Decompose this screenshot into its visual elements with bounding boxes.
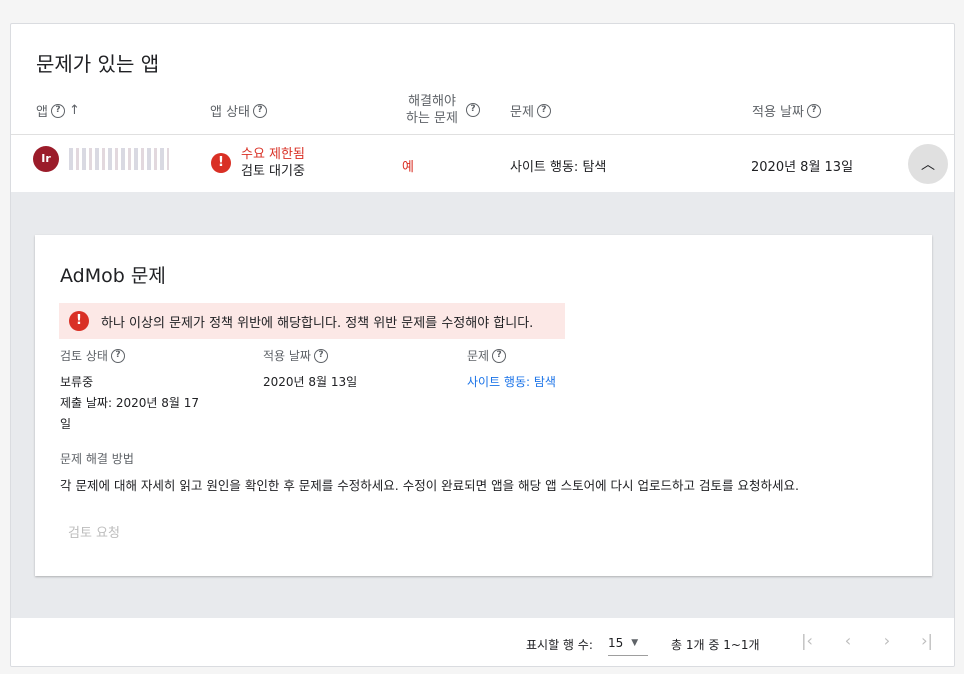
app-name-redacted[interactable] <box>69 148 169 170</box>
submitted-date-line2: 일 <box>60 417 72 431</box>
help-icon[interactable]: ? <box>536 103 551 118</box>
rows-per-page-select[interactable]: 15 ▼ <box>608 630 648 656</box>
rows-per-page-label: 표시할 행 수: <box>526 638 593 652</box>
help-icon[interactable]: ? <box>253 103 268 118</box>
request-review-button[interactable]: 검토 요청 <box>68 522 120 541</box>
issue-link[interactable]: 사이트 행동: 탐색 <box>467 372 556 393</box>
submitted-date-line1: 제출 날짜: 2020년 8월 17 <box>60 396 199 410</box>
collapse-row-button[interactable]: ︿ <box>908 144 948 184</box>
alert-text: 하나 이상의 문제가 정책 위반에 해당합니다. 정책 위반 문제를 수정해야 … <box>101 315 534 331</box>
admob-issue-title: AdMob 문제 <box>60 265 166 287</box>
review-status-label: 검토 상태 ? <box>60 347 125 364</box>
policy-violation-alert: ! 하나 이상의 문제가 정책 위반에 해당합니다. 정책 위반 문제를 수정해… <box>59 303 565 339</box>
admob-issue-card: AdMob 문제 ! 하나 이상의 문제가 정책 위반에 해당합니다. 정책 위… <box>35 235 932 576</box>
resolution-text: 각 문제에 대해 자세히 읽고 원인을 확인한 후 문제를 수정하세요. 수정이… <box>60 478 799 493</box>
col-header-applied-date[interactable]: 적용 날짜 ? <box>752 101 821 120</box>
col-header-app-status-label: 앱 상태 <box>210 105 251 120</box>
col-header-issue-label: 문제 <box>510 105 534 120</box>
col-header-app-label: 앱 <box>36 105 48 120</box>
expanded-row-area: AdMob 문제 ! 하나 이상의 문제가 정책 위반에 해당합니다. 정책 위… <box>11 192 954 618</box>
date-value: 2020년 8월 13일 <box>751 160 854 175</box>
apps-with-issues-card: 문제가 있는 앱 앱 ? ↑ 앱 상태 ? 해결해야 하는 문제 ? 문제 ? … <box>10 23 955 667</box>
review-status-value: 보류중 제출 날짜: 2020년 8월 17 일 <box>60 372 199 435</box>
col-header-app-status[interactable]: 앱 상태 ? <box>210 101 268 120</box>
col-header-must-fix[interactable]: 해결해야 하는 문제 ? <box>406 93 480 127</box>
app-icon: Ir <box>33 146 59 172</box>
card-title: 문제가 있는 앱 <box>36 52 160 76</box>
sort-arrow-up-icon[interactable]: ↑ <box>69 103 80 118</box>
help-icon[interactable]: ? <box>806 103 821 118</box>
must-fix-value: 예 <box>402 160 414 175</box>
col-header-must-fix-line2: 하는 문제 <box>406 111 458 126</box>
chevron-up-icon: ︿ <box>921 157 935 173</box>
table-footer: 표시할 행 수: 15 ▼ 총 1개 중 1~1개 |‹ ‹ › ›| <box>11 618 954 666</box>
app-status-cell: ! 수요 제한됨 검토 대기중 <box>211 146 305 180</box>
help-icon[interactable]: ? <box>492 348 507 363</box>
issue-value: 사이트 행동: 탐색 <box>510 160 607 175</box>
error-icon: ! <box>69 311 89 331</box>
col-header-app[interactable]: 앱 ? ↑ <box>36 101 80 120</box>
next-page-icon[interactable]: › <box>875 631 899 650</box>
status-limited: 수요 제한됨 <box>241 147 305 162</box>
review-status-text: 보류중 <box>60 375 94 389</box>
dropdown-caret-icon: ▼ <box>631 637 639 648</box>
divider <box>11 134 954 135</box>
status-review-pending: 검토 대기중 <box>241 164 305 179</box>
review-status-label-text: 검토 상태 <box>60 349 108 363</box>
prev-page-icon[interactable]: ‹ <box>836 631 860 650</box>
rows-per-page-value: 15 <box>608 635 624 650</box>
last-page-icon[interactable]: ›| <box>915 631 939 650</box>
issue-label-text: 문제 <box>467 349 490 363</box>
help-icon[interactable]: ? <box>50 103 65 118</box>
resolution-label: 문제 해결 방법 <box>60 452 134 466</box>
pagination-range: 총 1개 중 1~1개 <box>671 638 760 652</box>
applied-date-label-text: 적용 날짜 <box>263 349 311 363</box>
applied-date-value: 2020년 8월 13일 <box>263 375 358 389</box>
col-header-applied-date-label: 적용 날짜 <box>752 105 804 120</box>
first-page-icon[interactable]: |‹ <box>795 631 819 650</box>
help-icon[interactable]: ? <box>110 348 125 363</box>
col-header-issue[interactable]: 문제 ? <box>510 101 551 120</box>
applied-date-label: 적용 날짜 ? <box>263 347 328 364</box>
help-icon[interactable]: ? <box>313 348 328 363</box>
help-icon[interactable]: ? <box>465 103 480 117</box>
error-icon: ! <box>211 153 231 173</box>
col-header-must-fix-line1: 해결해야 <box>408 94 456 109</box>
issue-label: 문제 ? <box>467 347 507 364</box>
